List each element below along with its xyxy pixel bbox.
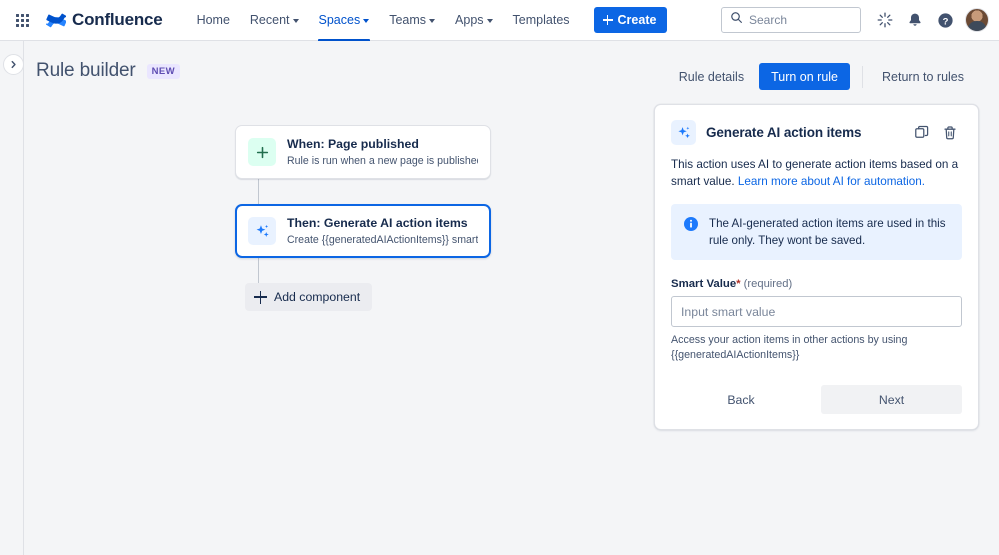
chevron-down-icon (363, 19, 369, 23)
panel-header: Generate AI action items (671, 120, 962, 145)
page-title: Rule builder (36, 60, 136, 82)
action-config-panel: Generate AI action items (654, 104, 979, 430)
nav-item-home[interactable]: Home (187, 0, 240, 41)
smart-value-label: Smart Value* (required) (671, 278, 962, 290)
svg-text:?: ? (942, 16, 948, 27)
return-to-rules-button[interactable]: Return to rules (871, 63, 975, 90)
plus-trigger-icon (248, 138, 276, 166)
status-badge: NEW (147, 64, 180, 79)
chevron-down-icon (487, 19, 493, 23)
help-circle-icon[interactable]: ? (931, 6, 959, 34)
rule-details-button[interactable]: Rule details (668, 63, 755, 90)
grid-apps-icon (16, 14, 29, 27)
search-input[interactable] (749, 13, 852, 27)
add-component-label: Add component (274, 290, 360, 304)
smart-value-help-text: Access your action items in other action… (671, 333, 962, 363)
global-nav-right-actions: ? (721, 6, 999, 34)
confluence-logo-icon (46, 10, 66, 30)
panel-description: This action uses AI to generate action i… (671, 156, 962, 190)
plus-icon (254, 291, 267, 304)
create-button[interactable]: Create (594, 7, 668, 33)
nav-item-label: Apps (455, 13, 484, 27)
back-button[interactable]: Back (671, 385, 811, 414)
nav-item-label: Templates (513, 13, 570, 27)
sidebar-expand-button[interactable] (3, 54, 24, 75)
flow-connector (258, 179, 259, 204)
divider (862, 66, 863, 88)
search-box[interactable] (721, 7, 861, 33)
smart-value-input[interactable] (671, 296, 962, 327)
smart-value-field-group: Smart Value* (required) Access your acti… (671, 278, 962, 363)
confluence-home-link[interactable]: Confluence (42, 7, 169, 33)
rule-card-trigger[interactable]: When: Page published Rule is run when a … (235, 125, 491, 179)
brand-name: Confluence (72, 10, 163, 30)
app-switcher-button[interactable] (8, 6, 36, 34)
info-banner: The AI-generated action items are used i… (671, 204, 962, 260)
nav-item-label: Recent (250, 13, 290, 27)
panel-title: Generate AI action items (706, 125, 861, 140)
primary-nav-items: Home Recent Spaces Teams Apps Templates … (187, 0, 668, 41)
page-header-actions: Rule details Turn on rule Return to rule… (668, 63, 975, 90)
add-component-button[interactable]: Add component (245, 283, 372, 311)
chevron-down-icon (429, 19, 435, 23)
page-title-row: Rule builder NEW (36, 60, 180, 82)
rule-flow: When: Page published Rule is run when a … (235, 125, 505, 311)
chevron-right-icon (9, 60, 18, 69)
info-banner-text: The AI-generated action items are used i… (709, 215, 950, 249)
flow-connector (258, 258, 259, 283)
rule-card-subtitle: Rule is run when a new page is published… (287, 154, 478, 169)
trash-icon[interactable] (938, 121, 962, 145)
nav-item-label: Teams (389, 13, 426, 27)
next-button[interactable]: Next (821, 385, 962, 414)
nav-item-templates[interactable]: Templates (503, 0, 580, 41)
nav-item-label: Spaces (319, 13, 361, 27)
create-button-label: Create (618, 13, 657, 27)
nav-item-spaces[interactable]: Spaces (309, 0, 380, 41)
notifications-bell-icon[interactable] (901, 6, 929, 34)
turn-on-rule-button[interactable]: Turn on rule (759, 63, 850, 90)
rule-card-text: Then: Generate AI action items Create {{… (287, 214, 478, 248)
ai-sparkle-icon (671, 120, 696, 145)
nav-item-apps[interactable]: Apps (445, 0, 503, 41)
panel-footer: Back Next (671, 385, 962, 414)
page-header: Rule builder NEW Rule details Turn on ru… (0, 41, 999, 103)
rule-card-action[interactable]: Then: Generate AI action items Create {{… (235, 204, 491, 258)
plus-icon (603, 15, 613, 25)
info-circle-icon (683, 216, 699, 237)
required-marker: * (736, 278, 740, 290)
rule-card-title: When: Page published (287, 137, 419, 151)
rule-card-title: Then: Generate AI action items (287, 216, 468, 230)
field-label-text: Smart Value (671, 278, 736, 290)
search-icon (730, 11, 743, 29)
rule-card-subtitle: Create {{generatedAIActionItems}} smart … (287, 233, 478, 248)
avatar[interactable] (965, 8, 989, 32)
rule-card-text: When: Page published Rule is run when a … (287, 135, 478, 169)
chevron-down-icon (293, 19, 299, 23)
copy-icon[interactable] (910, 121, 934, 145)
global-navigation-bar: Confluence Home Recent Spaces Teams Apps… (0, 0, 999, 41)
learn-more-link[interactable]: Learn more about AI for automation. (738, 175, 925, 188)
rule-canvas: When: Page published Rule is run when a … (24, 103, 999, 555)
nav-item-recent[interactable]: Recent (240, 0, 309, 41)
ai-sparkle-icon[interactable] (871, 6, 899, 34)
required-note: (required) (744, 278, 793, 290)
panel-header-actions (910, 121, 962, 145)
ai-sparkle-icon (248, 217, 276, 245)
nav-item-label: Home (197, 13, 230, 27)
nav-item-teams[interactable]: Teams (379, 0, 445, 41)
